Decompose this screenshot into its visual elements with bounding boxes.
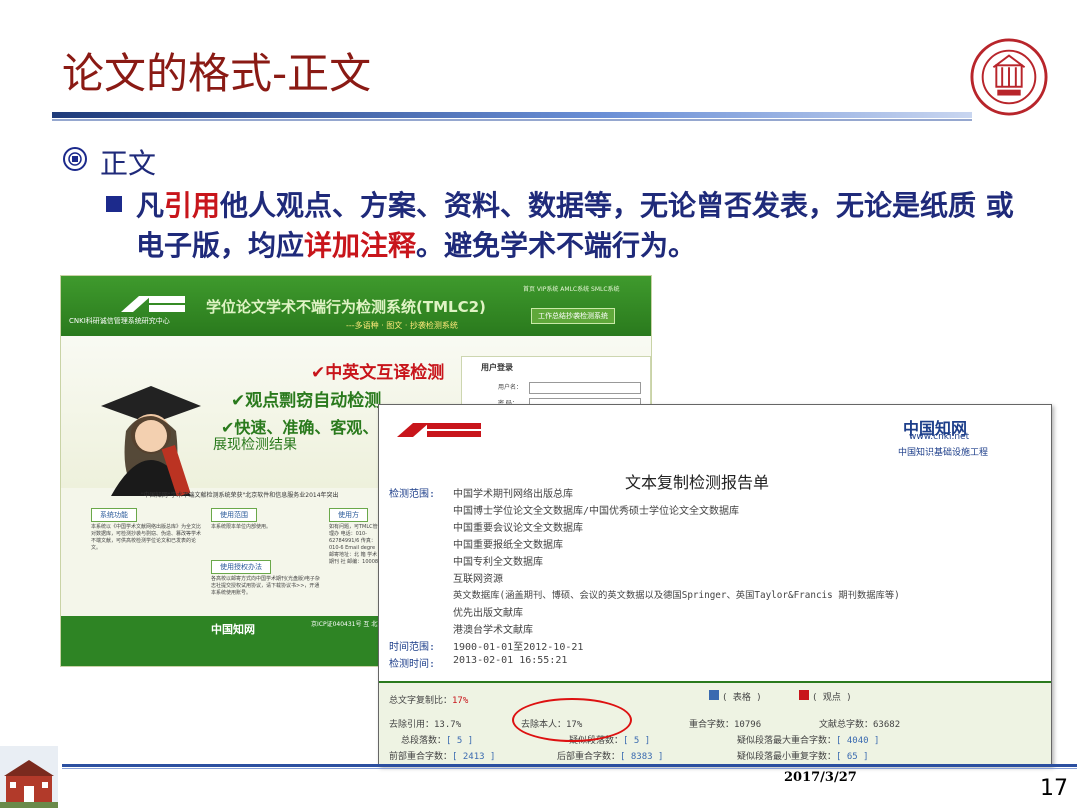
tmlc-subtitle: ---多语种 · 图文 · 抄袭检测系统 [346,321,458,330]
body-paragraph: 凡引用他人观点、方案、资料、数据等，无论曾否发表，无论是纸质 或电子版，均应详加… [136,189,1014,262]
report-title: 文本复制检测报告单 [625,473,770,492]
function-text: 本系统以《中国学术文献网络出版总库》为全文比对数据库，可检测抄袭与剽窃、伪造、篡… [91,524,202,551]
min-overlap: 疑似段落最小重复字数：[ 65 ] [737,752,869,762]
username-input[interactable] [529,382,641,394]
system-function-button[interactable]: 系统功能 [91,508,137,522]
database-item: 英文数据库(涵盖期刊、博硕、会议的英文数据以及德国Springer、英国Tayl… [453,590,900,601]
time-label: 时间范围: [389,642,436,653]
footer-cnki-logo: 中国知网 [211,623,255,636]
total-chars: 文献总字数：63682 [819,720,901,730]
scope-label: 检测范围: [389,489,436,500]
max-overlap: 疑似段落最大重合字数：[ 4040 ] [737,736,880,746]
usage-scope-button[interactable]: 使用范围 [211,508,257,522]
report-screenshot: 中国知网 www.cnki.net 中国知识基础设施工程 文本复制检测报告单 检… [378,404,1052,766]
slide-title: 论文的格式-正文 [62,49,372,98]
database-item: 港澳台学术文献库 [453,625,533,636]
tmlc-feature-1: ✔中英文互译检测 [311,363,445,383]
authorization-button[interactable]: 使用授权办法 [211,560,271,574]
database-item: 中国博士学位论文全文数据库/中国优秀硕士学位论文全文数据库 [453,506,740,517]
tmlc-title: 学位论文学术不端行为检测系统(TMLC2) [206,298,486,316]
tmlc-tab[interactable]: 工作总结抄袭检测系统 [531,308,615,324]
database-item: 中国学术期刊网络出版总库 [453,489,573,500]
tmlc-feature-4: 展现检测结果 [213,437,297,453]
view-link[interactable]: ( 观点 ) [799,690,852,703]
table-link[interactable]: ( 表格 ) [709,690,762,703]
front-overlap: 前部重合字数：[ 2413 ] [389,752,496,762]
campus-building-image [0,746,58,808]
paragraph-count: 总段落数：[ 5 ] [401,736,474,746]
database-item: 中国专利全文数据库 [453,557,543,568]
database-item: 优先出版文献库 [453,608,523,619]
section-heading: 正文 [100,147,157,180]
footer-rule [62,764,1077,767]
time-value: 1900-01-01至2012-10-21 [453,642,584,653]
page-number: 17 [1040,776,1068,801]
database-item: 互联网资源 [453,574,503,585]
seal-bullet-icon [63,147,87,171]
square-bullet-icon [106,196,122,212]
usage-method-button[interactable]: 使用方 [329,508,368,522]
cnki-url: www.cnki.net [909,432,970,442]
slide-date: 2017/3/27 [784,770,857,785]
check-time-label: 检测时间: [389,659,436,670]
login-title: 用户登录 [481,363,513,372]
amlc-logo-icon [121,296,185,312]
cnki-org: 中国知识基础设施工程 [898,448,989,458]
title-rule [52,112,972,118]
tmlc-org: CNKI科研诚信管理系统研究中心 [69,317,170,325]
overlap-count: 重合字数：10796 [689,720,762,730]
highlight-ellipse [512,698,632,742]
tmlc-nav[interactable]: 首页 VIP系统 AMLC系统 SMLC系统 [523,284,620,293]
scope-text: 本系统限本单位内部使用。 [211,524,272,530]
table-icon [709,690,719,700]
tmlc-feature-2: ✔观点剽窃自动检测 [231,391,382,411]
amlc-report-logo-icon [397,423,481,437]
university-seal-icon [970,38,1048,116]
database-item: 中国重要会议论文全文数据库 [453,523,583,534]
authorization-text: 各高校以邮寄方式向中国学术期刊(光盘版)电子杂志社提交授权试用协议，请下载协议书… [211,576,320,596]
exclude-cite: 去除引用：13.7% [389,720,462,730]
graduate-photo [101,386,201,496]
footer-rule-thin [62,768,1077,769]
total-ratio: 总文字复制比：17% [389,696,469,706]
method-text: 如有问题，可TMLC管理办 电话：010-62784991/6 传真：010-6… [329,524,379,565]
username-label: 用户名： [498,384,523,391]
award-notice: "中国知网"学术不端文献检测系统荣获"北京软件和信息服务业2014年突出 [141,492,339,499]
check-time-value: 2013-02-01 16:55:21 [453,655,568,666]
view-icon [799,690,809,700]
back-overlap: 后部重合字数：[ 8383 ] [557,752,664,762]
title-rule-thin [52,119,972,121]
database-item: 中国重要报纸全文数据库 [453,540,563,551]
